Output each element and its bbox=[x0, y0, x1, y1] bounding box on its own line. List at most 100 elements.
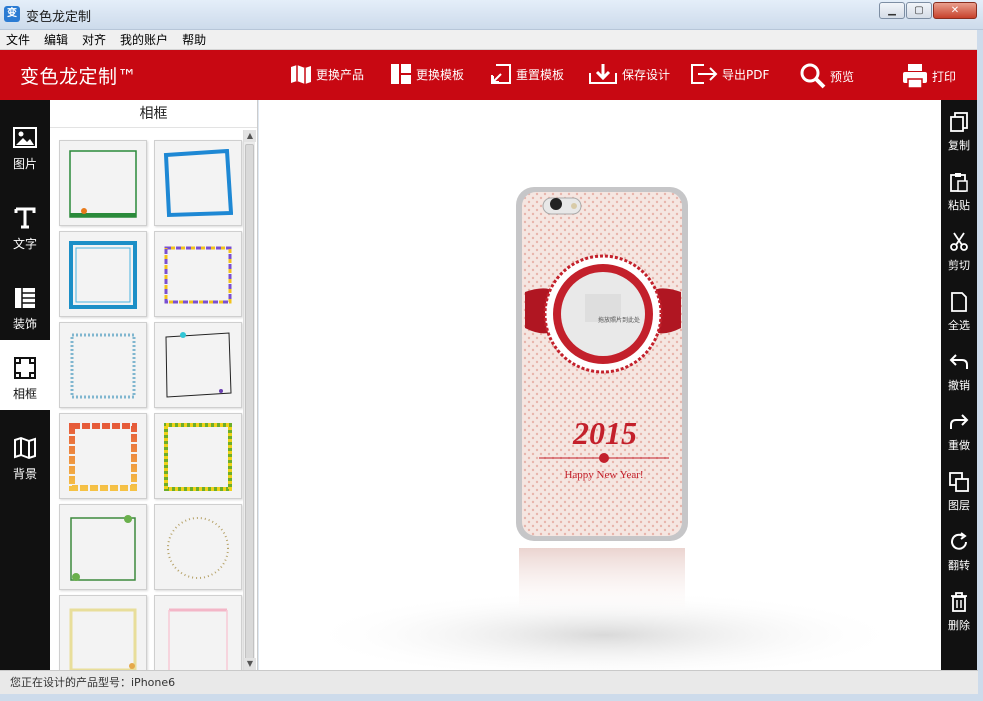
scissors-icon bbox=[950, 232, 968, 251]
frames-panel: 相框 ▲ ▼ bbox=[50, 100, 258, 681]
sidebar-label-text: 文字 bbox=[12, 237, 37, 251]
sidebar-item-text[interactable]: 文字 bbox=[0, 190, 50, 260]
change-template-label: 更换模板 bbox=[416, 67, 465, 82]
frame-thumbnail[interactable] bbox=[59, 140, 147, 226]
photo-placeholder-text: 拖放照片到此处 bbox=[598, 316, 640, 324]
frame-preview-cream bbox=[69, 608, 137, 672]
change-template-button[interactable]: 更换模板 bbox=[390, 63, 464, 85]
frame-thumbnail[interactable] bbox=[154, 322, 242, 408]
sidebar-label-images: 图片 bbox=[12, 157, 37, 171]
sidebar-label-frames: 相框 bbox=[12, 387, 37, 401]
select-all-button[interactable]: 全选 bbox=[941, 280, 977, 340]
change-product-button[interactable]: 更换产品 bbox=[290, 63, 364, 85]
frame-icon bbox=[14, 357, 36, 379]
frame-preview-striped bbox=[164, 423, 232, 491]
frame-thumbnail[interactable] bbox=[59, 595, 147, 681]
close-button[interactable]: ✕ bbox=[933, 2, 977, 19]
copy-button[interactable]: 复制 bbox=[941, 100, 977, 160]
frame-thumbnail[interactable] bbox=[59, 231, 147, 317]
layout-icon bbox=[391, 64, 411, 84]
frame-preview-vines bbox=[70, 515, 136, 581]
window-title: 变色龙定制 bbox=[26, 10, 92, 25]
design-canvas[interactable]: 拖放照片到此处 2015 Happy New Year! bbox=[259, 100, 941, 680]
panel-scrollbar[interactable]: ▲ ▼ bbox=[243, 130, 256, 670]
redo-icon bbox=[950, 414, 969, 429]
menu-file[interactable]: 文件 bbox=[6, 31, 30, 48]
menu-edit[interactable]: 编辑 bbox=[44, 31, 68, 48]
print-button[interactable]: 打印 bbox=[902, 63, 956, 89]
app-logo-icon: 变 bbox=[4, 6, 20, 22]
status-bar: 您正在设计的产品型号：iPhone6 bbox=[0, 670, 978, 694]
brand-title: 变色龙定制™ bbox=[20, 66, 138, 88]
flash-icon bbox=[571, 203, 577, 209]
scroll-down-icon[interactable]: ▼ bbox=[244, 658, 256, 670]
delete-label: 删除 bbox=[948, 619, 970, 632]
preview-button[interactable]: 预览 bbox=[800, 63, 854, 89]
image-icon bbox=[13, 127, 37, 148]
menu-account[interactable]: 我的账户 bbox=[120, 31, 168, 48]
frame-thumbnail[interactable] bbox=[154, 595, 242, 681]
phone-reflection bbox=[519, 548, 685, 620]
save-design-button[interactable]: 保存设计 bbox=[588, 63, 670, 85]
redo-label: 重做 bbox=[948, 439, 970, 452]
copy-icon bbox=[950, 112, 968, 132]
magnifier-icon bbox=[800, 63, 826, 89]
layers-button[interactable]: 图层 bbox=[941, 460, 977, 520]
frame-preview-floral-circle bbox=[167, 517, 229, 579]
sidebar-item-decoration[interactable]: 装饰 bbox=[0, 270, 50, 340]
export-pdf-button[interactable]: 导出PDF bbox=[690, 63, 769, 85]
menu-align[interactable]: 对齐 bbox=[82, 31, 106, 48]
change-product-label: 更换产品 bbox=[316, 67, 365, 82]
print-label: 打印 bbox=[932, 69, 957, 84]
paste-button[interactable]: 粘贴 bbox=[941, 160, 977, 220]
frame-thumbnail[interactable] bbox=[59, 322, 147, 408]
phone-case-preview[interactable]: 拖放照片到此处 2015 Happy New Year! bbox=[259, 100, 941, 680]
export-pdf-label: 导出PDF bbox=[722, 67, 770, 82]
undo-button[interactable]: 撤销 bbox=[941, 340, 977, 400]
background-icon bbox=[14, 436, 36, 460]
frame-thumbnail[interactable] bbox=[154, 504, 242, 590]
reset-icon bbox=[491, 64, 511, 84]
left-sidebar: 图片 文字 装饰 相框 背景 bbox=[0, 100, 50, 670]
cut-label: 剪切 bbox=[948, 259, 970, 272]
cut-button[interactable]: 剪切 bbox=[941, 220, 977, 280]
layers-icon bbox=[949, 472, 969, 492]
layers-label: 图层 bbox=[948, 499, 970, 512]
frame-preview-puzzle bbox=[69, 423, 137, 491]
frame-preview-blue-tape bbox=[163, 149, 233, 218]
sidebar-item-images[interactable]: 图片 bbox=[0, 110, 50, 180]
text-icon bbox=[14, 207, 36, 229]
rotate-button[interactable]: 翻转 bbox=[941, 520, 977, 580]
export-icon bbox=[691, 64, 718, 84]
reset-template-label: 重置模板 bbox=[516, 67, 565, 82]
sidebar-item-background[interactable]: 背景 bbox=[0, 420, 50, 490]
preview-label: 预览 bbox=[830, 69, 855, 84]
select-all-label: 全选 bbox=[948, 319, 970, 332]
undo-label: 撤销 bbox=[948, 379, 970, 392]
frame-thumbnail[interactable] bbox=[154, 140, 242, 226]
frame-thumbnail[interactable] bbox=[154, 231, 242, 317]
status-text: 您正在设计的产品型号：iPhone6 bbox=[10, 676, 176, 689]
scroll-thumb[interactable] bbox=[245, 144, 254, 664]
frame-preview-green bbox=[69, 150, 137, 218]
delete-button[interactable]: 删除 bbox=[941, 580, 977, 640]
frame-thumbnail[interactable] bbox=[59, 504, 147, 590]
select-all-icon bbox=[951, 292, 967, 312]
scroll-up-icon[interactable]: ▲ bbox=[244, 130, 256, 142]
panel-title: 相框 bbox=[50, 100, 257, 128]
frame-preview-pink bbox=[168, 608, 228, 674]
reset-template-button[interactable]: 重置模板 bbox=[490, 63, 564, 85]
frame-preview-lace bbox=[70, 333, 136, 399]
window-frame-right bbox=[977, 30, 983, 701]
frame-thumbnail[interactable] bbox=[59, 413, 147, 499]
frame-preview-rainbow bbox=[164, 246, 232, 304]
right-toolbar: 复制 粘贴 剪切 全选 撤销 重做 图层 翻转 删除 bbox=[941, 100, 977, 670]
sidebar-item-frames[interactable]: 相框 bbox=[0, 340, 50, 410]
redo-button[interactable]: 重做 bbox=[941, 400, 977, 460]
minimize-button[interactable]: ▁ bbox=[879, 2, 905, 19]
maximize-button[interactable]: ▢ bbox=[906, 2, 932, 19]
frame-thumbnail[interactable] bbox=[154, 413, 242, 499]
menu-help[interactable]: 帮助 bbox=[182, 31, 206, 48]
phone-greeting-text: Happy New Year! bbox=[564, 469, 643, 481]
rotate-icon bbox=[951, 532, 967, 550]
